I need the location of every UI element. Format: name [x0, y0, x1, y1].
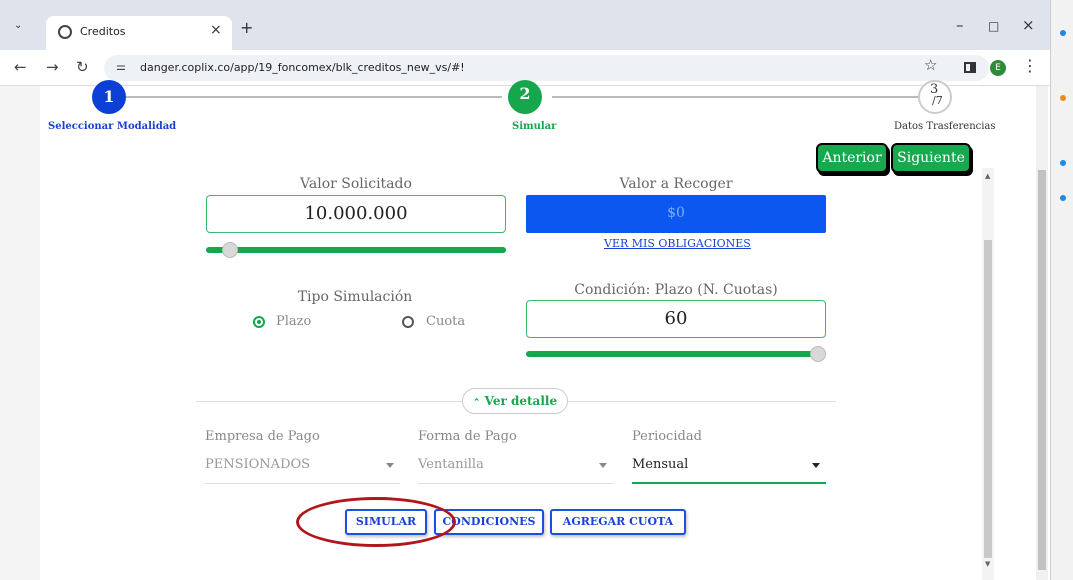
step-2-circle[interactable]: 2 — [508, 80, 542, 114]
condicion-plazo-slider-thumb[interactable] — [810, 346, 826, 362]
condicion-plazo-input[interactable]: 60 — [526, 300, 826, 338]
step-2-number: 2 — [519, 84, 531, 103]
periodicidad-value[interactable]: Mensual — [632, 457, 688, 472]
ver-detalle-button[interactable]: ⌃ Ver detalle — [462, 388, 568, 414]
step-3-total: /7 — [932, 94, 943, 107]
close-tab-icon[interactable]: × — [210, 22, 222, 38]
maximize-icon[interactable]: □ — [988, 19, 999, 33]
forma-pago-value[interactable]: Ventanilla — [418, 457, 484, 472]
scroll-up-icon[interactable]: ▲ — [985, 172, 990, 180]
empresa-pago-label: Empresa de Pago — [205, 429, 320, 444]
page-left-margin — [0, 86, 40, 580]
periodicidad-underline — [632, 482, 826, 484]
minimize-icon[interactable]: – — [956, 16, 964, 34]
step-3-label[interactable]: Datos Trasferencias — [894, 121, 996, 132]
reload-icon[interactable]: ↻ — [76, 58, 89, 76]
side-panel-icon[interactable] — [964, 62, 976, 73]
siguiente-button[interactable]: Siguiente — [891, 143, 971, 173]
globe-icon — [58, 25, 72, 39]
annotation-highlight-ellipse — [296, 497, 456, 547]
new-tab-icon[interactable]: + — [240, 18, 253, 37]
step-line-1 — [126, 96, 502, 98]
periodicidad-caret-icon[interactable] — [812, 463, 820, 468]
url-field[interactable]: ⚌ danger.coplix.co/app/19_foncomex/blk_c… — [104, 55, 989, 81]
ver-detalle-label: Ver detalle — [484, 394, 558, 408]
chevron-up-icon: ⌃ — [472, 398, 481, 408]
valor-recoger-field: $0 — [526, 195, 826, 233]
condicion-plazo-slider[interactable] — [526, 351, 818, 357]
page-scrollbar-thumb[interactable] — [1038, 170, 1046, 570]
ver-mis-obligaciones-link[interactable]: VER MIS OBLIGACIONES — [604, 237, 751, 250]
strip-icon-1 — [1060, 30, 1066, 36]
step-1-number: 1 — [103, 87, 115, 106]
url-text: danger.coplix.co/app/19_foncomex/blk_cre… — [140, 61, 465, 74]
anterior-button[interactable]: Anterior — [816, 143, 888, 173]
radio-cuota-label[interactable]: Cuota — [426, 314, 465, 329]
forma-pago-caret-icon[interactable] — [599, 463, 607, 468]
strip-icon-4 — [1060, 195, 1066, 201]
step-1-circle[interactable]: 1 — [92, 80, 126, 114]
strip-icon-2 — [1060, 95, 1066, 101]
empresa-pago-value[interactable]: PENSIONADOS — [205, 457, 310, 472]
form-scrollbar-thumb[interactable] — [984, 240, 992, 558]
browser-tab[interactable]: Creditos × — [46, 16, 232, 50]
valor-solicitado-slider[interactable] — [206, 247, 506, 253]
empresa-pago-caret-icon[interactable] — [386, 463, 394, 468]
forward-icon[interactable]: → — [46, 58, 59, 76]
step-1-label[interactable]: Seleccionar Modalidad — [48, 121, 176, 132]
back-icon[interactable]: ← — [14, 58, 27, 76]
step-3-circle[interactable]: 3 /7 — [918, 80, 952, 114]
close-window-icon[interactable]: × — [1022, 16, 1035, 34]
forma-pago-underline — [418, 483, 613, 484]
valor-recoger-label: Valor a Recoger — [619, 176, 733, 192]
periodicidad-label: Periocidad — [632, 429, 702, 444]
valor-solicitado-input[interactable]: 10.000.000 — [206, 195, 506, 233]
agregar-cuota-button[interactable]: AGREGAR CUOTA — [550, 509, 686, 535]
profile-avatar[interactable]: E — [990, 60, 1006, 76]
scroll-down-icon[interactable]: ▼ — [985, 560, 990, 568]
valor-solicitado-label: Valor Solicitado — [300, 176, 412, 192]
browser-tab-bar: ⌄ Creditos × + – □ × — [0, 0, 1050, 50]
condicion-plazo-label: Condición: Plazo (N. Cuotas) — [574, 282, 778, 298]
browser-menu-icon[interactable]: ⋮ — [1022, 56, 1038, 75]
tab-title: Creditos — [80, 25, 126, 38]
tipo-simulacion-label: Tipo Simulación — [297, 289, 413, 305]
bookmark-star-icon[interactable]: ☆ — [924, 56, 937, 74]
strip-icon-3 — [1060, 160, 1066, 166]
radio-plazo-label[interactable]: Plazo — [276, 314, 311, 329]
tab-search-icon[interactable]: ⌄ — [14, 20, 22, 31]
desktop-strip — [1050, 0, 1073, 580]
forma-pago-label: Forma de Pago — [418, 429, 517, 444]
valor-solicitado-slider-thumb[interactable] — [222, 242, 238, 258]
step-2-label[interactable]: Simular — [512, 121, 556, 132]
radio-plazo[interactable] — [253, 316, 265, 328]
radio-cuota[interactable] — [402, 316, 414, 328]
step-line-2 — [552, 96, 918, 98]
empresa-pago-underline — [205, 483, 400, 484]
site-info-icon[interactable]: ⚌ — [116, 60, 126, 73]
